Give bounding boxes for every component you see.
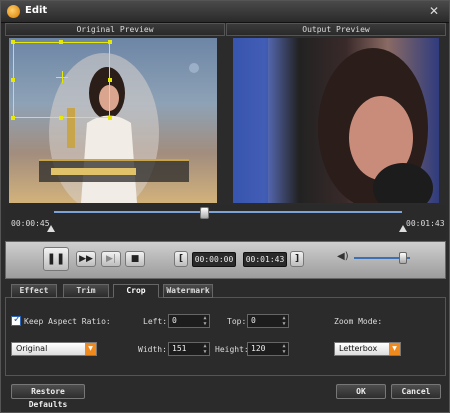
- crop-center-crosshair-h: [56, 77, 68, 78]
- crop-handle-bottom[interactable]: [59, 116, 63, 120]
- pause-button[interactable]: ❚❚: [43, 247, 69, 271]
- set-end-button[interactable]: ]: [290, 251, 304, 267]
- keep-aspect-label: Keep Aspect Ratio:: [24, 317, 111, 326]
- crop-handle-right[interactable]: [108, 78, 112, 82]
- height-value: 120: [251, 344, 266, 353]
- height-stepper[interactable]: 120 ▲ ▼: [247, 342, 289, 356]
- edit-tabs: Effect Trim Crop Watermark: [5, 284, 446, 298]
- stop-button[interactable]: ■: [125, 251, 145, 267]
- aspect-ratio-value: Original: [16, 344, 48, 353]
- pause-icon: ❚❚: [46, 252, 66, 265]
- restore-defaults-button[interactable]: Restore Defaults: [11, 384, 85, 409]
- original-preview-header: Original Preview: [5, 23, 225, 36]
- stepper-arrows-icon[interactable]: ▲ ▼: [281, 343, 287, 355]
- timeline-playhead[interactable]: [199, 207, 209, 219]
- output-video-frame: [233, 38, 433, 203]
- trim-end-marker[interactable]: [399, 225, 407, 232]
- crop-handle-bottom-right[interactable]: [108, 116, 112, 120]
- volume-slider-knob[interactable]: [399, 252, 408, 264]
- width-label: Width:: [138, 345, 167, 354]
- title-bar[interactable]: Edit ✕: [1, 1, 449, 23]
- app-logo-icon: [7, 5, 20, 18]
- trim-start-marker[interactable]: [47, 225, 55, 232]
- timeline-track[interactable]: [54, 211, 402, 213]
- crop-handle-top-right[interactable]: [108, 40, 112, 44]
- tab-trim[interactable]: Trim: [63, 284, 109, 298]
- chevron-down-icon: ▼: [389, 343, 400, 355]
- width-stepper[interactable]: 151 ▲ ▼: [168, 342, 210, 356]
- tab-crop[interactable]: Crop: [113, 284, 159, 298]
- zoom-mode-dropdown[interactable]: Letterbox ▼: [334, 342, 401, 356]
- tab-effect[interactable]: Effect: [11, 284, 57, 298]
- stepper-arrows-icon[interactable]: ▲ ▼: [202, 343, 208, 355]
- cancel-button[interactable]: Cancel: [391, 384, 441, 399]
- next-frame-icon: ▶|: [106, 254, 116, 264]
- volume-icon[interactable]: ◀): [337, 251, 349, 262]
- zoom-mode-label: Zoom Mode:: [334, 317, 383, 326]
- crop-handle-top[interactable]: [59, 40, 63, 44]
- close-icon[interactable]: ✕: [427, 4, 441, 18]
- start-time-box[interactable]: 00:00:00: [192, 252, 236, 267]
- left-stepper[interactable]: 0 ▲ ▼: [168, 314, 210, 328]
- top-label: Top:: [227, 317, 247, 326]
- output-preview-pane: [233, 38, 439, 203]
- top-value: 0: [251, 316, 256, 325]
- timeline-start-time: 00:00:45: [11, 219, 50, 228]
- end-time-box[interactable]: 00:01:43: [243, 252, 287, 267]
- bracket-right-icon: ]: [294, 254, 300, 264]
- fast-forward-icon: ▶▶: [79, 254, 93, 264]
- top-stepper[interactable]: 0 ▲ ▼: [247, 314, 289, 328]
- tab-watermark[interactable]: Watermark: [163, 284, 213, 298]
- bracket-left-icon: [: [178, 254, 184, 264]
- aspect-ratio-dropdown[interactable]: Original ▼: [11, 342, 97, 356]
- crop-handle-top-left[interactable]: [11, 40, 15, 44]
- set-start-button[interactable]: [: [174, 251, 188, 267]
- keep-aspect-checkbox[interactable]: [11, 314, 21, 326]
- height-label: Height:: [215, 345, 249, 354]
- width-value: 151: [172, 344, 187, 353]
- edit-window: Edit ✕ Original Preview Output Preview 0…: [0, 0, 450, 413]
- stop-icon: ■: [130, 254, 140, 264]
- left-label: Left:: [143, 317, 168, 326]
- ok-button[interactable]: OK: [336, 384, 386, 399]
- fast-forward-button[interactable]: ▶▶: [76, 251, 96, 267]
- chevron-down-icon: ▼: [85, 343, 96, 355]
- crop-handle-left[interactable]: [11, 78, 15, 82]
- crop-handle-bottom-left[interactable]: [11, 116, 15, 120]
- crop-settings-panel: [5, 298, 446, 376]
- left-value: 0: [172, 316, 177, 325]
- timeline-end-time: 00:01:43: [406, 219, 445, 228]
- window-title: Edit: [25, 5, 48, 16]
- stepper-arrows-icon[interactable]: ▲ ▼: [281, 315, 287, 327]
- output-preview-header: Output Preview: [226, 23, 446, 36]
- stepper-arrows-icon[interactable]: ▲ ▼: [202, 315, 208, 327]
- next-frame-button[interactable]: ▶|: [101, 251, 121, 267]
- zoom-mode-value: Letterbox: [339, 344, 378, 353]
